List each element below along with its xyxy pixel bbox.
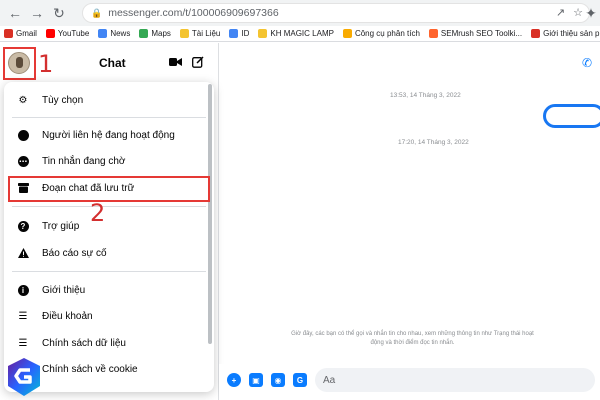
bookmarks-bar: Gmail YouTube News Maps Tài Liệu ID KH MAGIC L… — [0, 26, 600, 42]
menu-item-message-requests[interactable]: ⋯ Tin nhắn đang chờ — [4, 148, 204, 174]
lock-icon: 🔒 — [91, 7, 103, 18]
menu-scrollbar[interactable] — [208, 84, 212, 344]
menu-item-preferences[interactable]: ⚙ Tùy chọn — [4, 87, 204, 113]
active-contacts-icon — [16, 128, 30, 142]
message-input[interactable]: Aa — [315, 368, 595, 392]
browser-toolbar: ← → ↻ 🔒 messenger.com/t/100006909697366 … — [0, 0, 600, 26]
conversation-info-text: Giờ đây, các bạn có thể gọi và nhắn tin … — [291, 331, 534, 346]
menu-item-about[interactable]: i Giới thiệu — [4, 277, 204, 303]
menu-divider — [12, 271, 206, 272]
page-title: Chat — [99, 56, 126, 70]
bookmark-item[interactable]: News — [98, 29, 130, 38]
menu-item-label: Tin nhắn đang chờ — [42, 155, 126, 167]
bookmark-item[interactable]: ID — [229, 29, 249, 38]
analytics-icon — [342, 29, 352, 38]
new-message-icon[interactable] — [190, 54, 206, 70]
plus-icon[interactable]: + — [227, 373, 241, 387]
menu-divider — [12, 117, 206, 118]
share-icon[interactable]: ↗ — [556, 6, 565, 19]
menu-item-label: Người liên hệ đang hoạt động — [42, 129, 175, 141]
menu-item-active-contacts[interactable]: Người liên hệ đang hoạt động — [4, 122, 204, 148]
archived-chats-highlight-box — [8, 176, 210, 202]
youtube-icon — [45, 29, 55, 38]
bookmark-label: Gmail — [16, 29, 37, 38]
panel-divider — [218, 43, 219, 400]
bookmark-item[interactable]: YouTube — [45, 29, 90, 38]
menu-item-label: Trợ giúp — [42, 220, 80, 232]
menu-item-label: Chính sách dữ liệu — [42, 337, 126, 349]
help-icon: ? — [16, 219, 30, 233]
bookmark-label: News — [110, 29, 131, 38]
message-request-icon: ⋯ — [17, 155, 29, 167]
message-timestamp: 13:53, 14 Tháng 3, 2022 — [390, 92, 461, 99]
chat-panel-header: Chat — [0, 43, 218, 83]
semrush-icon — [428, 29, 438, 38]
bookmark-label: SEMrush SEO Toolki... — [440, 29, 523, 38]
step-2-label: 2 — [90, 199, 106, 227]
gif-icon[interactable]: G — [293, 373, 307, 387]
address-bar[interactable]: 🔒 messenger.com/t/100006909697366 ↗ ☆ — [82, 3, 590, 23]
avatar[interactable] — [8, 52, 30, 74]
message-timestamp: 17:20, 14 Tháng 3, 2022 — [398, 139, 469, 146]
bookmark-item[interactable]: Tài Liệu — [179, 29, 221, 38]
menu-item-label: Điều khoản — [42, 310, 93, 322]
message-composer: + ▣ ◉ G Aa — [219, 364, 600, 400]
google-icon — [229, 29, 239, 38]
menu-item-label: Báo cáo sự cố — [42, 247, 107, 259]
bookmark-label: YouTube — [57, 29, 90, 38]
gear-icon: ⚙ — [18, 94, 28, 106]
google-news-icon — [98, 29, 108, 38]
bookmark-label: Tài Liệu — [191, 29, 221, 38]
menu-item-label: Tùy chọn — [42, 94, 84, 106]
settings-menu: ⚙ Tùy chọn Người liên hệ đang hoạt động … — [4, 82, 214, 392]
menu-item-label: Chính sách về cookie — [42, 363, 138, 375]
reload-icon[interactable]: ↻ — [50, 4, 68, 22]
watermark-logo — [0, 352, 48, 400]
folder-icon — [258, 29, 268, 38]
phone-call-icon[interactable]: ✆ — [582, 56, 592, 70]
image-icon[interactable]: ▣ — [249, 373, 263, 387]
step-1-label: 1 — [38, 50, 54, 78]
warning-icon — [16, 246, 30, 260]
bookmark-item[interactable]: KH MAGIC LAMP — [258, 29, 334, 38]
info-icon: i — [16, 283, 30, 297]
bookmark-label: KH MAGIC LAMP — [270, 29, 334, 38]
extensions-icon[interactable]: ✦ — [584, 4, 598, 22]
bookmark-item[interactable]: Maps — [139, 29, 171, 38]
gmail-icon — [4, 29, 13, 38]
bookmark-label: Giới thiệu sản phẩ... — [543, 29, 600, 38]
bookmark-item[interactable]: Giới thiệu sản phẩ... — [531, 29, 600, 38]
bookmark-item[interactable]: Gmail — [4, 29, 37, 38]
url-text: messenger.com/t/100006909697366 — [108, 7, 279, 19]
bookmark-label: Maps — [151, 29, 171, 38]
product-icon — [531, 29, 541, 38]
sticker-icon[interactable]: ◉ — [271, 373, 285, 387]
menu-item-terms[interactable]: ☰ Điều khoản — [4, 303, 204, 329]
document-lines-icon: ☰ — [18, 310, 28, 322]
forward-arrow-icon[interactable]: → — [28, 4, 46, 22]
star-icon[interactable]: ☆ — [573, 6, 583, 19]
maps-icon — [139, 29, 149, 38]
menu-divider — [12, 206, 206, 207]
bookmark-item[interactable]: SEMrush SEO Toolki... — [428, 29, 523, 38]
bookmark-label: ID — [241, 29, 250, 38]
menu-item-label: Giới thiệu — [42, 284, 86, 296]
sent-message-bubble — [543, 104, 600, 128]
video-call-icon[interactable] — [167, 54, 183, 70]
back-arrow-icon[interactable]: ← — [6, 4, 24, 22]
menu-item-report-problem[interactable]: Báo cáo sự cố — [4, 240, 204, 266]
bookmark-item[interactable]: Công cụ phân tích — [342, 29, 420, 38]
folder-icon — [179, 29, 189, 38]
document-lines-icon: ☰ — [18, 337, 28, 349]
bookmark-label: Công cụ phân tích — [354, 29, 420, 38]
